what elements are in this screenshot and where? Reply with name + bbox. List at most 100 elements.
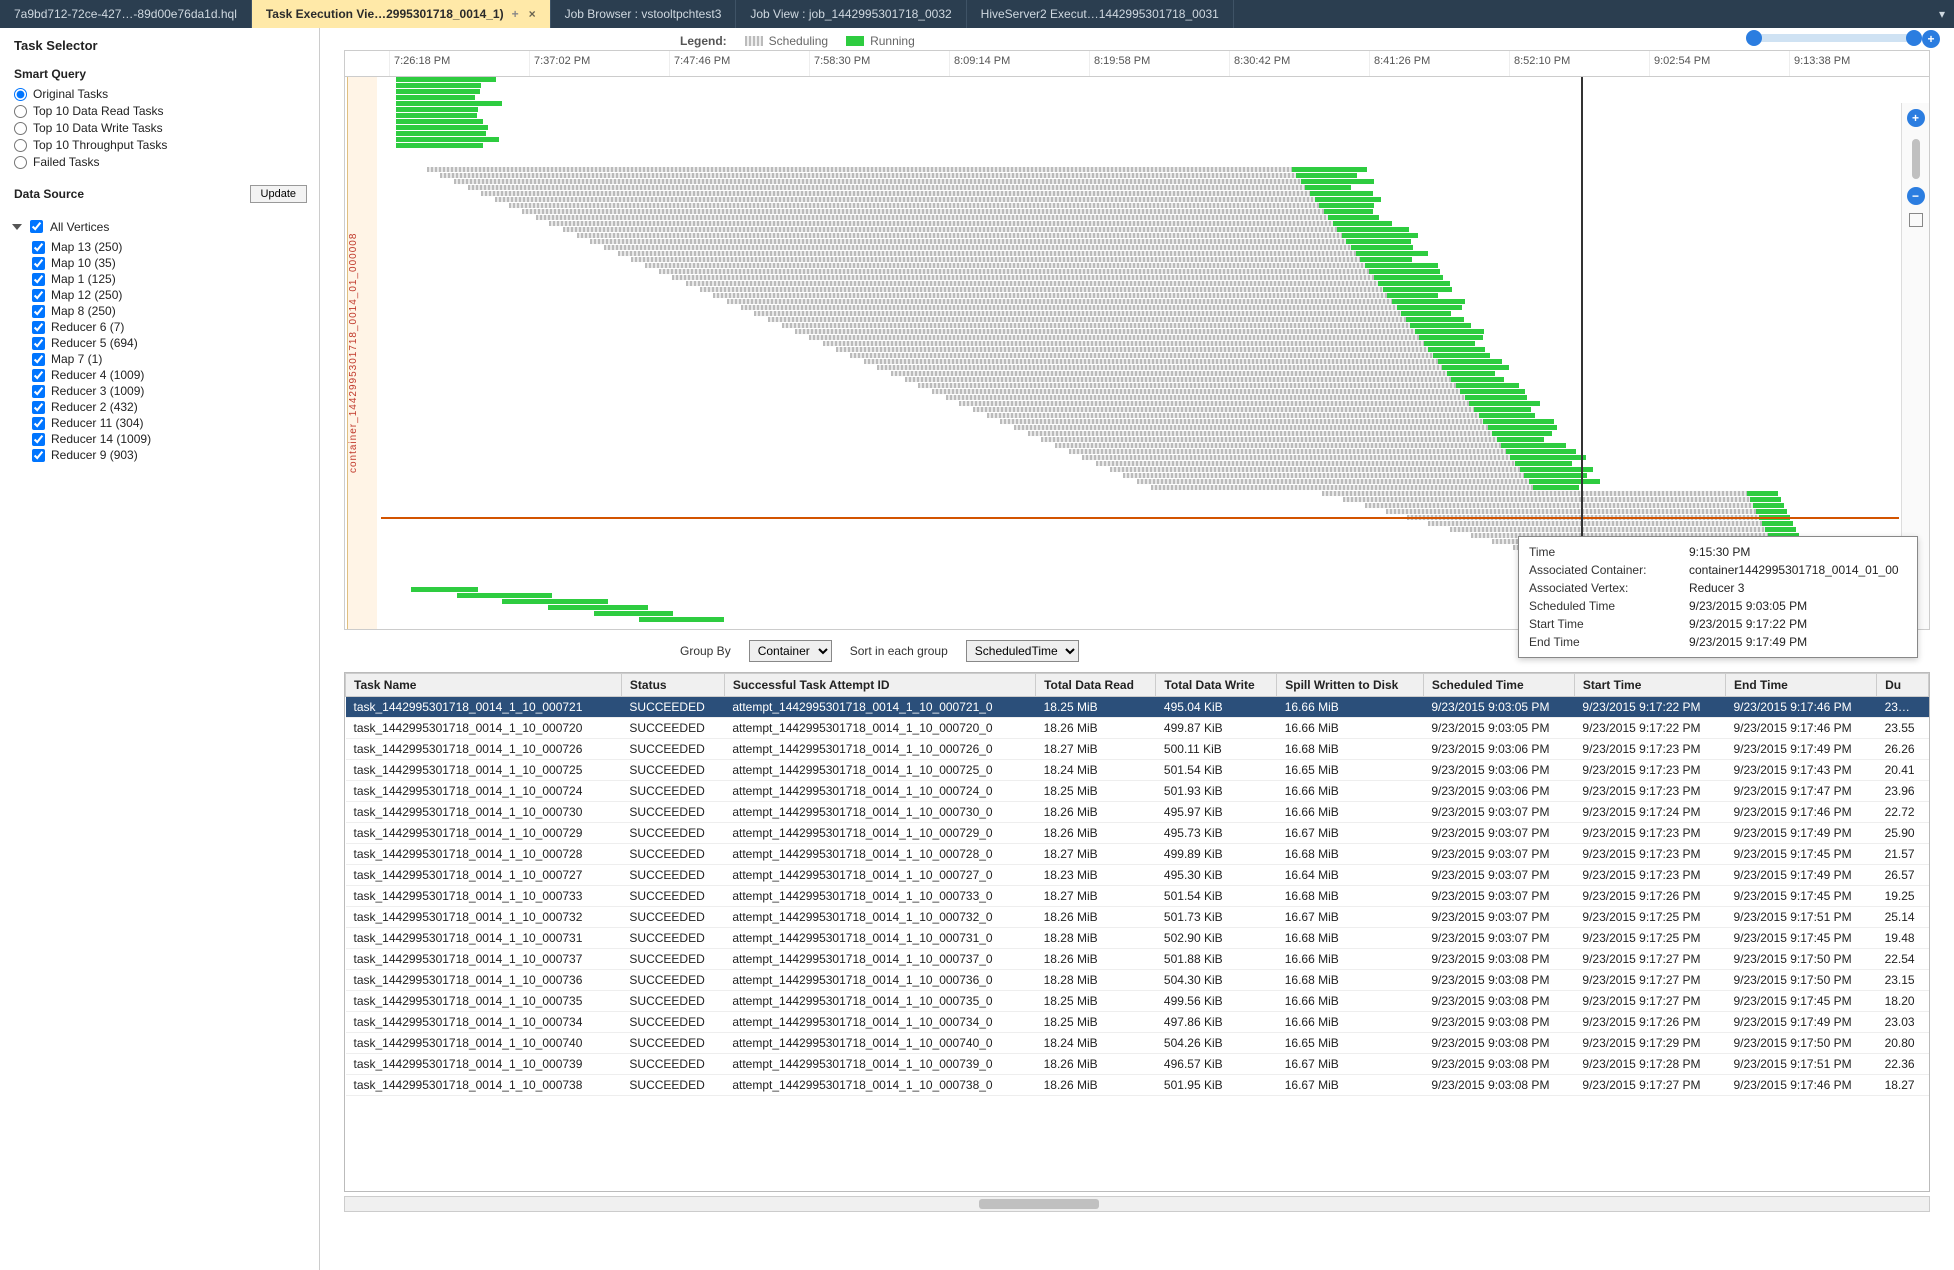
radio-input[interactable] (14, 139, 27, 152)
tree-item[interactable]: Map 13 (250) (32, 240, 307, 254)
checkbox-input[interactable] (32, 241, 45, 254)
table-row[interactable]: task_1442995301718_0014_1_10_000733SUCCE… (346, 886, 1929, 907)
tree-item[interactable]: Reducer 14 (1009) (32, 432, 307, 446)
table-header[interactable]: Successful Task Attempt ID (724, 674, 1035, 697)
smart-query-option[interactable]: Original Tasks (14, 87, 307, 101)
time-range-slider[interactable] (1754, 34, 1914, 42)
zoom-in-button[interactable]: + (1922, 30, 1940, 48)
tab[interactable]: 7a9bd712-72ce-427…-89d00e76da1d.hql (0, 0, 252, 28)
table-row[interactable]: task_1442995301718_0014_1_10_000721SUCCE… (346, 697, 1929, 718)
table-cell: task_1442995301718_0014_1_10_000736 (346, 970, 622, 991)
checkbox-input[interactable] (32, 273, 45, 286)
radio-input[interactable] (14, 122, 27, 135)
table-header[interactable]: Total Data Write (1156, 674, 1277, 697)
radio-input[interactable] (14, 105, 27, 118)
table-header[interactable]: Du (1877, 674, 1929, 697)
checkbox-input[interactable] (32, 337, 45, 350)
tree-item[interactable]: Reducer 5 (694) (32, 336, 307, 350)
table-row[interactable]: task_1442995301718_0014_1_10_000727SUCCE… (346, 865, 1929, 886)
close-icon[interactable]: × (529, 7, 536, 21)
table-row[interactable]: task_1442995301718_0014_1_10_000730SUCCE… (346, 802, 1929, 823)
table-row[interactable]: task_1442995301718_0014_1_10_000737SUCCE… (346, 949, 1929, 970)
tree-item[interactable]: Reducer 3 (1009) (32, 384, 307, 398)
gantt-zoom-out[interactable]: − (1907, 187, 1925, 205)
tooltip-key: Time (1529, 545, 1689, 559)
table-row[interactable]: task_1442995301718_0014_1_10_000740SUCCE… (346, 1033, 1929, 1054)
tree-item[interactable]: Reducer 2 (432) (32, 400, 307, 414)
legend-scheduling: Scheduling (769, 34, 828, 48)
time-tick: 9:02:54 PM (1649, 51, 1789, 76)
smart-query-option[interactable]: Failed Tasks (14, 155, 307, 169)
tree-item[interactable]: Map 10 (35) (32, 256, 307, 270)
table-cell: attempt_1442995301718_0014_1_10_000729_0 (724, 823, 1035, 844)
checkbox-input[interactable] (32, 417, 45, 430)
table-row[interactable]: task_1442995301718_0014_1_10_000734SUCCE… (346, 1012, 1929, 1033)
table-header[interactable]: Status (621, 674, 724, 697)
hscroll-thumb[interactable] (979, 1199, 1099, 1209)
table-cell: task_1442995301718_0014_1_10_000721 (346, 697, 622, 718)
table-header[interactable]: Total Data Read (1036, 674, 1156, 697)
table-header[interactable]: Start Time (1574, 674, 1725, 697)
tree-item[interactable]: Reducer 11 (304) (32, 416, 307, 430)
tree-item[interactable]: Map 8 (250) (32, 304, 307, 318)
checkbox-input[interactable] (32, 321, 45, 334)
checkbox-input[interactable] (32, 257, 45, 270)
gantt-fit-button[interactable] (1909, 213, 1923, 227)
range-knob-start[interactable] (1746, 30, 1762, 46)
table-header[interactable]: Spill Written to Disk (1277, 674, 1424, 697)
range-knob-end[interactable] (1906, 30, 1922, 46)
tree-root-checkbox[interactable] (30, 220, 43, 233)
update-button[interactable]: Update (250, 185, 307, 203)
smart-query-option[interactable]: Top 10 Data Write Tasks (14, 121, 307, 135)
groupby-select[interactable]: Container (749, 640, 832, 662)
table-horizontal-scrollbar[interactable] (344, 1196, 1930, 1212)
tree-item[interactable]: Reducer 6 (7) (32, 320, 307, 334)
table-row[interactable]: task_1442995301718_0014_1_10_000726SUCCE… (346, 739, 1929, 760)
tab[interactable]: HiveServer2 Execut…1442995301718_0031 (967, 0, 1234, 28)
tree-item[interactable]: Map 12 (250) (32, 288, 307, 302)
table-header[interactable]: Scheduled Time (1423, 674, 1574, 697)
tab[interactable]: Job View : job_1442995301718_0032 (736, 0, 966, 28)
tab[interactable]: Task Execution Vie…2995301718_0014_1)+× (252, 0, 551, 28)
table-row[interactable]: task_1442995301718_0014_1_10_000729SUCCE… (346, 823, 1929, 844)
checkbox-input[interactable] (32, 385, 45, 398)
gantt-scroll-thumb[interactable] (1912, 139, 1920, 179)
checkbox-input[interactable] (32, 401, 45, 414)
checkbox-input[interactable] (32, 353, 45, 366)
table-cell: task_1442995301718_0014_1_10_000737 (346, 949, 622, 970)
table-header[interactable]: End Time (1726, 674, 1877, 697)
table-header[interactable]: Task Name (346, 674, 622, 697)
table-row[interactable]: task_1442995301718_0014_1_10_000736SUCCE… (346, 970, 1929, 991)
gantt-zoom-in[interactable]: + (1907, 109, 1925, 127)
tabs-overflow-dropdown[interactable]: ▾ (1930, 0, 1954, 28)
checkbox-input[interactable] (32, 305, 45, 318)
tree-item[interactable]: Map 7 (1) (32, 352, 307, 366)
tree-root-row[interactable]: All Vertices (14, 217, 307, 236)
table-row[interactable]: task_1442995301718_0014_1_10_000738SUCCE… (346, 1075, 1929, 1096)
tab[interactable]: Job Browser : vstooltpchtest3 (551, 0, 737, 28)
checkbox-input[interactable] (32, 449, 45, 462)
table-cell: 9/23/2015 9:17:23 PM (1574, 823, 1725, 844)
checkbox-input[interactable] (32, 369, 45, 382)
table-cell: attempt_1442995301718_0014_1_10_000724_0 (724, 781, 1035, 802)
table-cell: 499.56 KiB (1156, 991, 1277, 1012)
table-row[interactable]: task_1442995301718_0014_1_10_000725SUCCE… (346, 760, 1929, 781)
tree-item[interactable]: Reducer 9 (903) (32, 448, 307, 462)
table-row[interactable]: task_1442995301718_0014_1_10_000720SUCCE… (346, 718, 1929, 739)
table-row[interactable]: task_1442995301718_0014_1_10_000724SUCCE… (346, 781, 1929, 802)
table-cell: 9/23/2015 9:17:49 PM (1726, 823, 1877, 844)
tree-item[interactable]: Map 1 (125) (32, 272, 307, 286)
sort-select[interactable]: ScheduledTime (966, 640, 1079, 662)
checkbox-input[interactable] (32, 289, 45, 302)
tree-item[interactable]: Reducer 4 (1009) (32, 368, 307, 382)
table-row[interactable]: task_1442995301718_0014_1_10_000732SUCCE… (346, 907, 1929, 928)
table-row[interactable]: task_1442995301718_0014_1_10_000731SUCCE… (346, 928, 1929, 949)
smart-query-option[interactable]: Top 10 Throughput Tasks (14, 138, 307, 152)
checkbox-input[interactable] (32, 433, 45, 446)
smart-query-option[interactable]: Top 10 Data Read Tasks (14, 104, 307, 118)
radio-input[interactable] (14, 156, 27, 169)
table-row[interactable]: task_1442995301718_0014_1_10_000735SUCCE… (346, 991, 1929, 1012)
radio-input[interactable] (14, 88, 27, 101)
table-row[interactable]: task_1442995301718_0014_1_10_000739SUCCE… (346, 1054, 1929, 1075)
table-row[interactable]: task_1442995301718_0014_1_10_000728SUCCE… (346, 844, 1929, 865)
